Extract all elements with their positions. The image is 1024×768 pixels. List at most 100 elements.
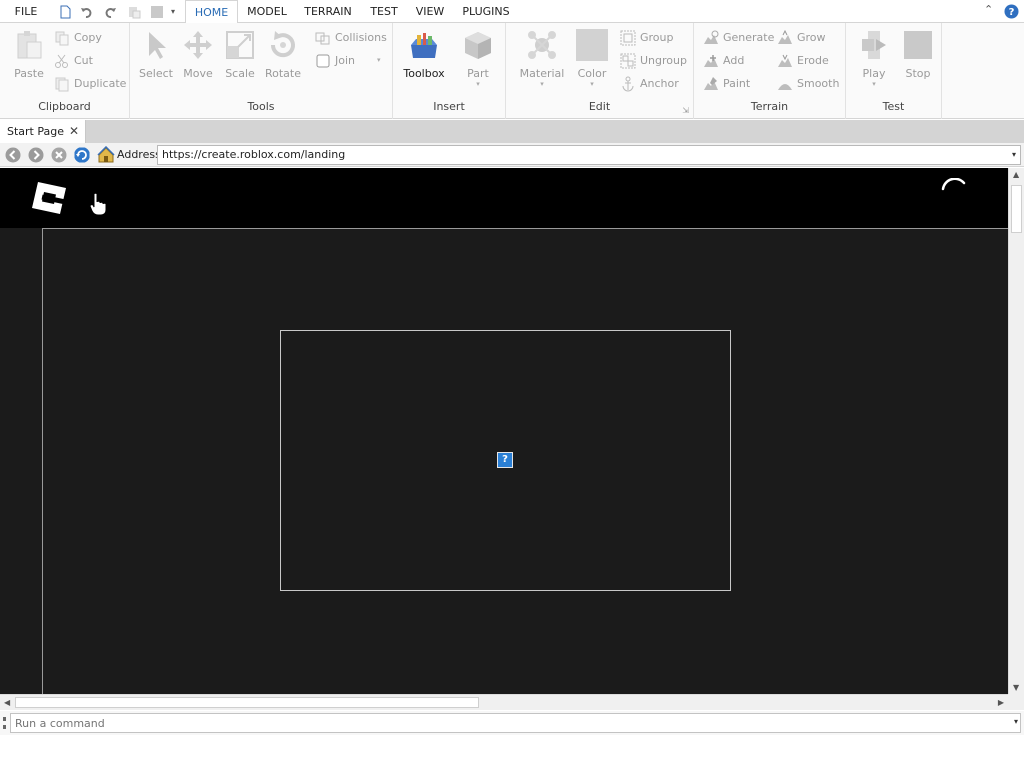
address-bar: Address https://create.roblox.com/landin… [0,143,1024,167]
cut-button[interactable]: Cut [54,52,93,70]
collisions-toggle[interactable]: Collisions [315,29,387,47]
scale-button[interactable]: Scale [217,27,263,93]
ungroup-icon [620,53,636,69]
terrain-generate-icon [704,30,719,44]
horizontal-scrollbar[interactable]: ◀ ▶ [0,694,1008,710]
rotate-button[interactable]: Rotate [260,27,306,93]
site-header [0,168,1008,228]
play-button[interactable]: Play ▾ [851,27,897,93]
terrain-grow-icon [778,30,792,44]
scroll-up-icon[interactable]: ▲ [1013,170,1019,179]
menu-tab-model[interactable]: MODEL [243,0,291,23]
join-dropdown-icon[interactable]: ▾ [377,56,381,64]
roblox-logo-icon[interactable] [30,180,68,216]
command-input[interactable] [10,713,1021,733]
terrain-grow-button[interactable]: Grow [777,29,826,47]
content-frame: ? [42,228,1008,694]
quick-access-dropdown-icon[interactable]: ▾ [171,7,175,16]
terrain-generate-button[interactable]: Generate [703,29,774,47]
edit-group: Material ▾ Color ▾ Group Ungroup Anchor … [506,23,694,119]
anchor-button[interactable]: Anchor [620,75,679,93]
play-icon [862,31,886,59]
insert-group-label: Insert [433,100,465,113]
terrain-group: Generate Add Paint Grow Erode Smooth Ter… [694,23,846,119]
undo-icon[interactable] [80,5,94,19]
duplicate-icon [55,77,69,92]
join-toggle[interactable]: Join [315,52,355,70]
stop-button[interactable]: Stop [895,27,941,93]
clipboard-group-label: Clipboard [38,100,91,113]
cursor-icon [149,32,166,59]
menu-tab-plugins[interactable]: PLUGINS [459,0,513,23]
grip-handle-icon[interactable] [3,717,6,729]
paste-small-icon [129,7,141,19]
test-group-label: Test [882,100,905,113]
move-button[interactable]: Move [175,27,221,93]
group-button[interactable]: Group [620,29,674,47]
menu-tab-view[interactable]: VIEW [412,0,448,23]
terrain-smooth-button[interactable]: Smooth [777,75,839,93]
scroll-down-icon[interactable]: ▼ [1013,683,1019,692]
test-group: Play ▾ Stop Test [846,23,942,119]
refresh-icon[interactable] [74,147,90,163]
close-icon[interactable]: ✕ [69,120,79,143]
part-button[interactable]: Part ▾ [455,27,501,93]
address-dropdown-icon[interactable]: ▾ [1012,146,1016,164]
command-dropdown-icon[interactable]: ▾ [1014,717,1018,726]
terrain-group-label: Terrain [750,100,789,113]
terrain-add-icon [704,55,718,67]
tools-group-label: Tools [247,100,275,113]
menu-tab-file[interactable]: FILE [8,0,44,23]
embedded-frame: ? [280,330,731,591]
material-button[interactable]: Material ▾ [519,27,565,93]
address-label: Address [117,148,161,161]
scroll-right-icon[interactable]: ▶ [998,698,1004,707]
clipboard-group: Paste Copy Cut Duplicate Clipboard [0,23,130,119]
stop-loading-icon[interactable] [51,147,67,163]
terrain-paint-button[interactable]: Paint [703,75,750,93]
paste-button[interactable]: Paste [6,27,52,93]
terrain-paint-icon [704,77,718,90]
home-icon[interactable] [97,146,115,164]
new-file-icon[interactable] [58,5,72,19]
broken-image-icon: ? [497,452,513,468]
terrain-add-button[interactable]: Add [703,52,744,70]
vertical-scrollbar[interactable]: ▲ ▼ [1008,168,1024,694]
menu-tab-terrain[interactable]: TERRAIN [303,0,353,23]
toolbox-button[interactable]: Toolbox [401,27,447,93]
mouse-cursor-icon [89,192,107,216]
scroll-corner [1008,694,1024,710]
svg-text:?: ? [1009,7,1015,18]
stop-icon [904,31,932,59]
tab-start-page[interactable]: Start Page ✕ [0,120,86,143]
vertical-scroll-thumb[interactable] [1011,185,1022,233]
menu-tab-home[interactable]: HOME [185,0,238,24]
terrain-erode-button[interactable]: Erode [777,52,829,70]
copy-button[interactable]: Copy [54,29,102,47]
back-icon[interactable] [5,147,21,163]
join-checkbox-icon [316,54,330,68]
loading-spinner-icon [941,178,966,191]
web-view: ? [0,168,1008,694]
terrain-smooth-icon [778,84,792,90]
duplicate-button[interactable]: Duplicate [54,75,126,93]
rotate-icon [270,31,295,58]
address-input[interactable]: https://create.roblox.com/landing ▾ [157,145,1021,165]
horizontal-scroll-thumb[interactable] [15,697,479,708]
help-icon[interactable]: ? [1004,4,1019,19]
scissors-icon [55,54,68,68]
part-icon [465,32,491,59]
insert-group: Toolbox Part ▾ Insert [393,23,506,119]
redo-icon[interactable] [103,5,117,19]
ungroup-button[interactable]: Ungroup [620,52,687,70]
menu-tab-test[interactable]: TEST [366,0,402,23]
collapse-ribbon-icon[interactable]: ⌃ [984,3,993,16]
forward-icon[interactable] [28,147,44,163]
copy-icon [55,31,69,46]
group-icon [620,30,636,46]
move-icon [184,31,212,59]
paste-icon [17,31,42,59]
color-button[interactable]: Color ▾ [569,27,615,93]
select-button[interactable]: Select [133,27,179,93]
scroll-left-icon[interactable]: ◀ [4,698,10,707]
